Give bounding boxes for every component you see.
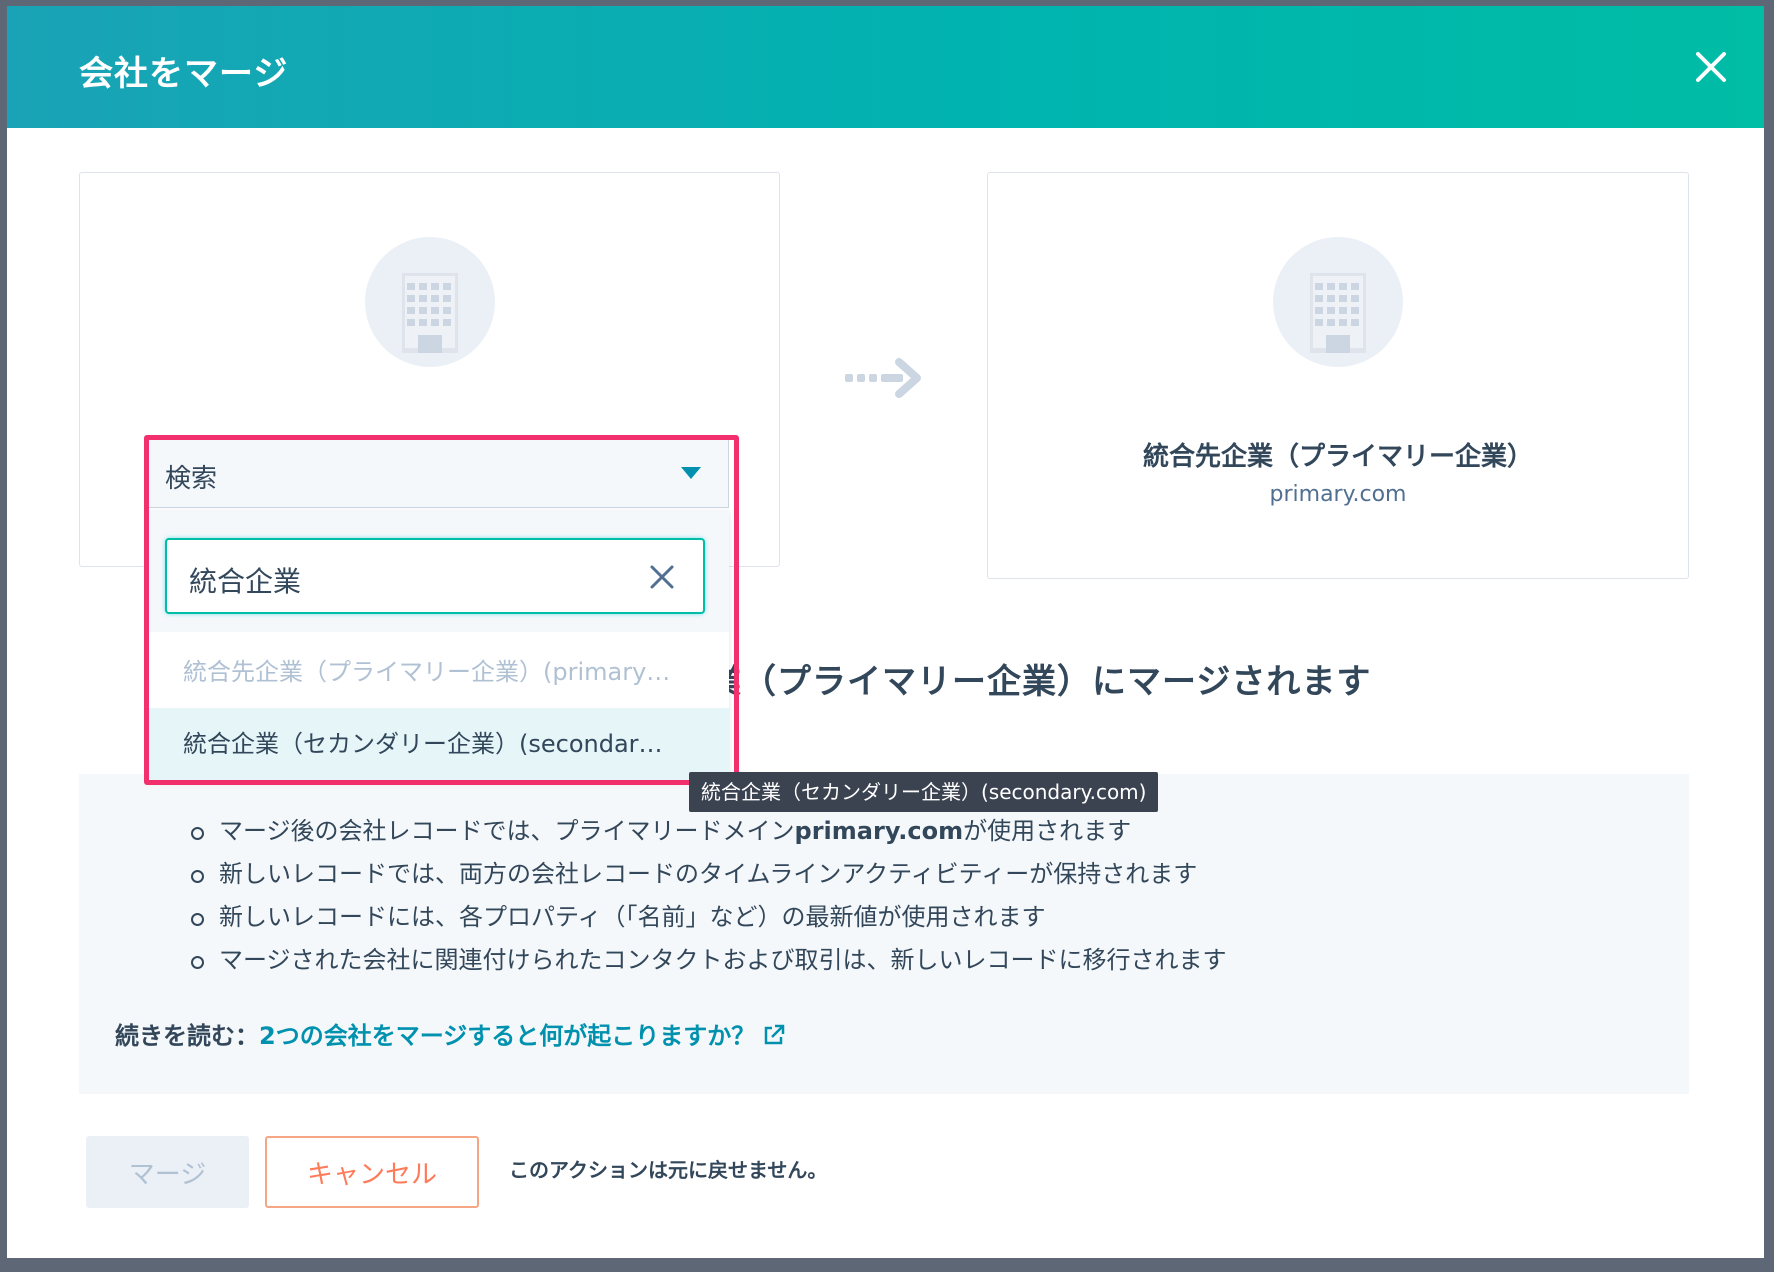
merge-summary-text: 業（プライマリー企業）にマージされます xyxy=(707,662,1372,702)
info-bullet: マージされた会社に関連付けられたコンタクトおよび取引は、新しいレコードに移行され… xyxy=(191,939,1227,982)
merge-direction-arrow xyxy=(843,354,927,402)
read-more: 続きを読む：2つの会社をマージすると何が起こりますか？ xyxy=(115,1016,787,1051)
close-button[interactable] xyxy=(1686,42,1736,92)
merge-info-panel: マージ後の会社レコードでは、プライマリードメインprimary.comが使用され… xyxy=(79,774,1689,1094)
irreversible-note: このアクションは元に戻せません。 xyxy=(509,1158,828,1182)
read-more-link[interactable]: 2つの会社をマージすると何が起こりますか？ xyxy=(259,1022,755,1050)
merge-companies-modal: 会社をマージ 統合先企業（プライマリー企業） primary.com 業（プライ… xyxy=(7,6,1764,1258)
info-bullet: マージ後の会社レコードでは、プライマリードメインprimary.comが使用され… xyxy=(191,810,1227,853)
cancel-button[interactable]: キャンセル xyxy=(265,1136,479,1208)
merge-button[interactable]: マージ xyxy=(86,1136,249,1208)
dotted-arrow-icon xyxy=(845,358,921,398)
close-icon xyxy=(1696,52,1726,82)
building-icon xyxy=(402,273,458,353)
modal-header: 会社をマージ xyxy=(7,6,1764,128)
primary-company-card: 統合先企業（プライマリー企業） primary.com xyxy=(987,172,1689,579)
dropdown-highlight-box xyxy=(144,435,739,785)
primary-company-domain: primary.com xyxy=(1269,482,1407,507)
secondary-company-avatar xyxy=(365,237,495,367)
primary-company-avatar xyxy=(1273,237,1403,367)
primary-company-name: 統合先企業（プライマリー企業） xyxy=(1142,442,1533,472)
option-tooltip: 統合企業（セカンダリー企業）(secondary.com) xyxy=(689,772,1159,812)
info-bullet: 新しいレコードでは、両方の会社レコードのタイムラインアクティビティーが保持されま… xyxy=(191,853,1227,896)
merge-info-list: マージ後の会社レコードでは、プライマリードメインprimary.comが使用され… xyxy=(191,810,1227,982)
building-icon xyxy=(1310,273,1366,353)
modal-title: 会社をマージ xyxy=(79,54,289,94)
modal-footer: マージ キャンセル このアクションは元に戻せません。 xyxy=(7,1136,1764,1216)
read-more-prefix: 続きを読む： xyxy=(115,1022,259,1050)
info-bullet: 新しいレコードには、各プロパティ（「名前」など）の最新値が使用されます xyxy=(191,896,1227,939)
external-link-icon[interactable] xyxy=(761,1022,787,1048)
